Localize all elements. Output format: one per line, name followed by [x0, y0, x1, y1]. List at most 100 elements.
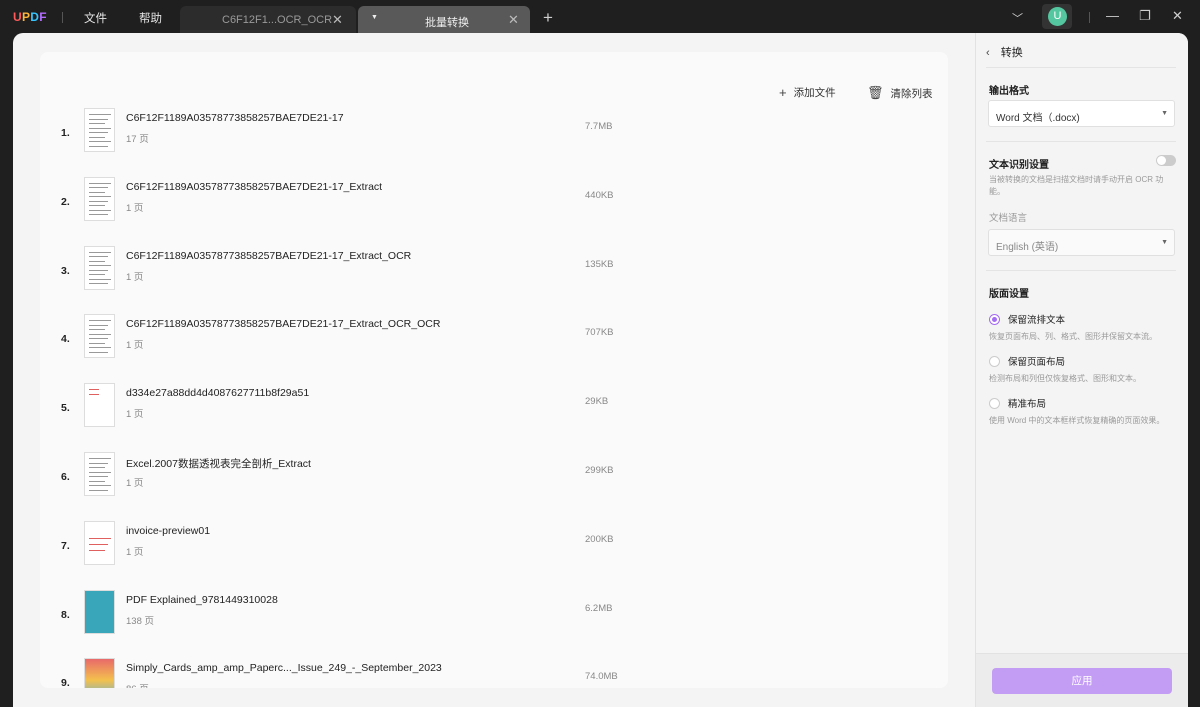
file-thumbnail	[84, 452, 115, 496]
plus-icon: +	[779, 85, 787, 100]
file-name: d334e27a88dd4d4087627711b8f29a51	[126, 387, 310, 400]
file-name: PDF Explained_9781449310028	[126, 593, 278, 606]
file-index: 6.	[61, 471, 70, 483]
ocr-settings-label: 文本识别设置	[989, 160, 1049, 171]
layout-option-flow[interactable]: 保留流排文本	[989, 312, 1065, 326]
menu-file[interactable]: 文件	[84, 10, 107, 26]
file-size: 440KB	[585, 189, 614, 201]
tab-document[interactable]: C6F12F1...OCR_OCR ✕	[180, 6, 356, 33]
file-index: 7.	[61, 539, 70, 552]
file-page-count: 86 页	[126, 681, 149, 688]
file-name: Excel.2007数据透视表完全剖析_Extract	[126, 458, 311, 470]
close-window-icon[interactable]: ✕	[1172, 8, 1183, 24]
output-format-value: Word 文档（.docx)	[996, 113, 1080, 124]
avatar[interactable]: U	[1048, 7, 1067, 26]
file-row[interactable]: 9. Simply_Cards_amp_amp_Paperc..._Issue_2…	[40, 653, 948, 688]
file-thumbnail	[84, 245, 115, 290]
file-name: C6F12F1189A03578773858257BAE7DE21-17_Ext…	[126, 318, 441, 331]
layout-option-exact[interactable]: 精准布局	[989, 396, 1046, 410]
layout-settings-label: 版面设置	[989, 289, 1029, 300]
output-format-label: 输出格式	[989, 86, 1029, 97]
tab-label: 批量转换	[425, 17, 469, 29]
clear-list-button[interactable]: 🗑 清除列表	[867, 85, 933, 101]
file-index: 4.	[61, 333, 70, 346]
layout-option-hint: 恢复页面布局、列、格式、图形并保留文本流。	[989, 332, 1157, 341]
file-page-count: 1 页	[126, 340, 144, 352]
layout-option-page[interactable]: 保留页面布局	[989, 354, 1065, 368]
main-window: + 添加文件 🗑 清除列表 1. C6F12F1189A0357877385825…	[13, 33, 1188, 707]
file-name: invoice-preview01	[126, 524, 211, 537]
toggle-knob	[1157, 156, 1166, 165]
chevron-down-icon[interactable]: ▼	[371, 14, 378, 21]
ocr-toggle[interactable]	[1156, 155, 1176, 166]
file-name: C6F12F1189A03578773858257BAE7DE21-17_Ext…	[126, 180, 383, 193]
file-size: 299KB	[585, 465, 614, 476]
trash-icon: 🗑	[867, 85, 884, 100]
caret-down-icon: ▼	[1161, 110, 1168, 117]
file-size: 135KB	[585, 258, 614, 270]
title-bar: UPDF 文件 帮助 C6F12F1...OCR_OCR ✕ ▼ 批量转换 ✕ …	[0, 0, 1200, 33]
file-thumbnail	[84, 108, 115, 152]
file-row[interactable]: 8. PDF Explained_9781449310028 138 页 6.2MB	[40, 585, 948, 654]
file-thumbnail	[84, 589, 115, 634]
doc-language-select[interactable]: English (英语) ▼	[988, 229, 1175, 256]
updf-logo[interactable]: UPDF	[13, 10, 47, 24]
add-file-label: 添加文件	[793, 87, 836, 99]
file-list-panel: + 添加文件 🗑 清除列表 1. C6F12F1189A0357877385825…	[40, 52, 948, 688]
layout-option-label: 精准布局	[1008, 399, 1047, 410]
file-page-count: 1 页	[126, 478, 144, 489]
file-thumbnail	[84, 176, 115, 221]
file-row[interactable]: 3. C6F12F1189A03578773858257BAE7DE21-17_E…	[40, 241, 948, 310]
add-file-button[interactable]: + 添加文件	[779, 85, 836, 100]
file-page-count: 17 页	[126, 134, 149, 145]
file-page-count: 1 页	[126, 409, 144, 421]
back-icon[interactable]: ‹	[986, 47, 990, 59]
file-page-count: 138 页	[126, 615, 154, 627]
file-row[interactable]: 2. C6F12F1189A03578773858257BAE7DE21-17_E…	[40, 172, 948, 241]
layout-option-hint: 使用 Word 中的文本框样式恢复精确的页面效果。	[989, 416, 1165, 425]
file-size: 29KB	[585, 396, 609, 408]
file-page-count: 1 页	[126, 202, 144, 214]
tab-label: C6F12F1...OCR_OCR	[222, 14, 333, 26]
file-index: 3.	[61, 264, 70, 277]
file-row[interactable]: 1. C6F12F1189A03578773858257BAE7DE21-17 17…	[40, 103, 948, 172]
layout-option-label: 保留页面布局	[1008, 357, 1066, 368]
close-icon[interactable]: ✕	[508, 12, 519, 28]
file-row[interactable]: 7. invoice-preview01 1 页 200KB	[40, 516, 948, 585]
layout-option-hint: 检测布局和列但仅恢复格式、图形和文本。	[989, 374, 1141, 383]
file-size: 7.7MB	[585, 121, 613, 132]
file-row[interactable]: 4. C6F12F1189A03578773858257BAE7DE21-17_E…	[40, 309, 948, 378]
minimize-icon[interactable]: —	[1106, 8, 1119, 23]
file-row[interactable]: 6. Excel.2007数据透视表完全剖析_Extract 1 页 299KB	[40, 447, 948, 516]
ocr-hint: 当被转换的文档是扫描文档时请手动开启 OCR 功能。	[989, 175, 1164, 196]
menu-help[interactable]: 帮助	[139, 10, 162, 26]
file-size: 6.2MB	[585, 602, 613, 614]
file-index: 5.	[61, 402, 70, 415]
chevron-down-icon[interactable]: ﹀	[1012, 10, 1023, 26]
file-row[interactable]: 5. d334e27a88dd4d4087627711b8f29a51 1 页 29K…	[40, 378, 948, 447]
add-tab-icon[interactable]: +	[543, 8, 553, 28]
radio[interactable]	[989, 397, 1000, 409]
radio[interactable]	[989, 355, 1000, 367]
divider	[986, 141, 1176, 142]
file-thumbnail	[84, 658, 115, 688]
restore-icon[interactable]: ❐	[1139, 8, 1151, 24]
file-page-count: 1 页	[126, 546, 144, 558]
file-index: 9.	[61, 677, 70, 688]
file-index: 8.	[61, 608, 70, 621]
convert-sidebar: ‹ 转换 输出格式 Word 文档（.docx) ▼ 文本识别设置 当被转换的文…	[975, 33, 1188, 707]
tab-batch-convert[interactable]: ▼ 批量转换 ✕	[358, 6, 530, 33]
doc-language-value: English (英语)	[996, 242, 1059, 253]
file-index: 2.	[61, 195, 70, 208]
layout-option-label: 保留流排文本	[1008, 315, 1066, 326]
radio-selected[interactable]	[989, 313, 1000, 325]
sidebar-header: ‹ 转换	[986, 44, 1023, 60]
separator	[1089, 12, 1090, 23]
close-icon[interactable]: ✕	[332, 12, 343, 28]
file-thumbnail	[84, 520, 115, 565]
divider	[986, 67, 1176, 68]
doc-language-label: 文档语言	[989, 213, 1028, 224]
file-thumbnail	[84, 383, 115, 428]
apply-button[interactable]: 应用	[992, 668, 1172, 694]
output-format-select[interactable]: Word 文档（.docx) ▼	[988, 100, 1175, 127]
